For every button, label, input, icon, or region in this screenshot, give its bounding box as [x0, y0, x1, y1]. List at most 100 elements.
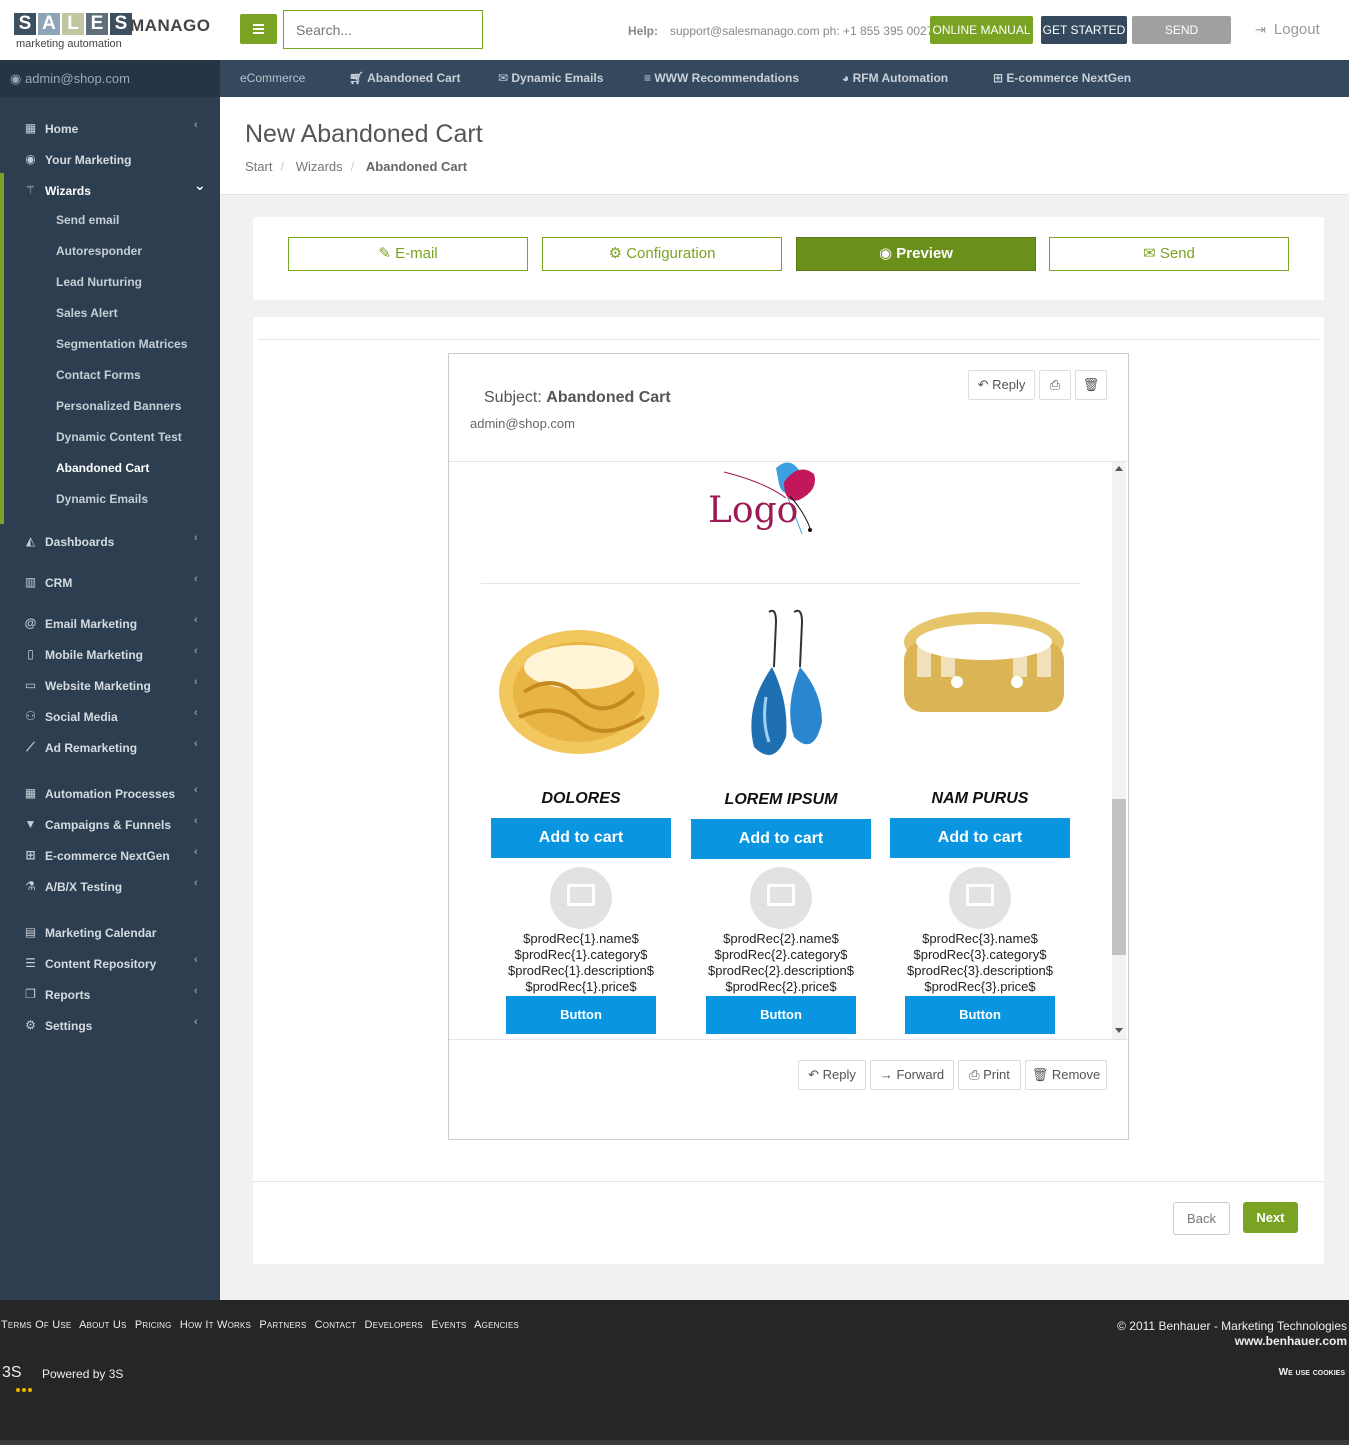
sidebar-item-label: Content Repository: [45, 957, 157, 971]
sidebar-item-mobile-marketing[interactable]: ▯ Mobile Marketing ‹: [0, 644, 220, 668]
cookies-notice[interactable]: We use cookies: [1279, 1367, 1345, 1378]
forward-label: Forward: [896, 1067, 945, 1082]
step-email-button[interactable]: ✎ E-mail: [288, 237, 528, 271]
footer-link[interactable]: Pricing: [135, 1319, 172, 1331]
breadcrumb-start[interactable]: Start: [245, 159, 272, 174]
nav-www-recommendations[interactable]: ≡ WWW Recommendations: [644, 60, 799, 97]
print-button-top[interactable]: ⎙: [1039, 370, 1071, 400]
sidebar-item-a-b-x-testing[interactable]: ⚗ A/B/X Testing ‹: [0, 876, 220, 900]
sidebar-item-dashboards[interactable]: ◭ Dashboards ‹: [0, 531, 220, 555]
wizard-sub-item[interactable]: Personalized Banners: [56, 399, 181, 413]
remove-button[interactable]: 🗑︎ Remove: [1025, 1060, 1107, 1090]
forward-button[interactable]: → Forward: [870, 1060, 954, 1090]
wizard-sub-item[interactable]: Lead Nurturing: [56, 275, 142, 289]
footer-link[interactable]: How It Works: [180, 1319, 251, 1331]
sidebar-item-settings[interactable]: ⚙ Settings ‹: [0, 1015, 220, 1039]
nav-label: WWW Recommendations: [654, 71, 800, 85]
rec-button[interactable]: Button: [506, 996, 656, 1034]
wizard-sub-item[interactable]: Segmentation Matrices: [56, 337, 187, 351]
delete-button-top[interactable]: 🗑︎: [1075, 370, 1107, 400]
sidebar-item-home[interactable]: ▦ Home ‹: [0, 118, 220, 142]
wizard-sub-item[interactable]: Contact Forms: [56, 368, 141, 382]
nav-rfm-automation[interactable]: ◕ RFM Automation: [842, 60, 948, 97]
sidebar-item-automation-processes[interactable]: ▦ Automation Processes ‹: [0, 783, 220, 807]
benhauer-link[interactable]: www.benhauer.com: [1235, 1334, 1347, 1348]
wizard-sub-item[interactable]: Send email: [56, 213, 119, 227]
footer-link[interactable]: Events: [431, 1319, 466, 1331]
pie-chart-icon: ◕: [842, 71, 853, 85]
sidebar-item-ad-remarketing[interactable]: ⟋ Ad Remarketing ‹: [0, 737, 220, 761]
logout-link[interactable]: ⇥ Logout: [1255, 21, 1320, 38]
image-placeholder-icon: [750, 867, 812, 929]
sidebar-item-campaigns-funnels[interactable]: ▼ Campaigns & Funnels ‹: [0, 814, 220, 838]
breadcrumb-wizards[interactable]: Wizards: [296, 159, 343, 174]
add-to-cart-button[interactable]: Add to cart: [491, 818, 671, 858]
footer-link[interactable]: Agencies: [474, 1319, 519, 1331]
copyright: © 2011 Benhauer - Marketing Technologies…: [1117, 1319, 1347, 1349]
nav-label: Dynamic Emails: [511, 71, 604, 85]
email-from: admin@shop.com: [470, 416, 575, 431]
nav-label: RFM Automation: [852, 71, 949, 85]
reply-button-top[interactable]: ↶ Reply: [968, 370, 1035, 400]
sidebar-item-website-marketing[interactable]: ▭ Website Marketing ‹: [0, 675, 220, 699]
wizard-sub-item[interactable]: Dynamic Emails: [56, 492, 148, 506]
add-to-cart-button[interactable]: Add to cart: [890, 818, 1070, 858]
product-rec-tokens: $prodRec{2}.name$ $prodRec{2}.category$ …: [681, 931, 881, 995]
email-body[interactable]: Logo DOLORES LOREM IPSUM NAM PURUS Add t…: [449, 462, 1128, 1039]
scroll-down-icon[interactable]: [1115, 1028, 1123, 1033]
plus-square-icon: ⊞: [993, 71, 1007, 85]
menu-toggle-button[interactable]: [240, 14, 277, 44]
footer-link[interactable]: Terms Of Use: [1, 1319, 71, 1331]
sidebar-item-label: Ad Remarketing: [45, 741, 138, 755]
next-button[interactable]: Next: [1243, 1202, 1298, 1233]
scroll-up-icon[interactable]: [1115, 466, 1123, 471]
footer-link[interactable]: Developers: [365, 1319, 423, 1331]
logo-letter: L: [62, 13, 84, 35]
wizard-sub-item[interactable]: Autoresponder: [56, 244, 142, 258]
back-button[interactable]: Back: [1173, 1202, 1230, 1235]
sidebar-item-e-commerce-nextgen[interactable]: ⊞ E-commerce NextGen ‹: [0, 845, 220, 869]
subject-label: Subject:: [484, 389, 542, 406]
sidebar-item-reports[interactable]: ❐ Reports ‹: [0, 984, 220, 1008]
rec-button[interactable]: Button: [706, 996, 856, 1034]
nav-abandoned-cart[interactable]: 🛒︎ Abandoned Cart: [349, 60, 460, 97]
sidebar-item-wizards[interactable]: ⚚ Wizards ⌄: [0, 177, 220, 204]
salesmanago-logo[interactable]: S A L E S MANAGO marketing automation: [14, 13, 210, 53]
wizard-sub-item[interactable]: Sales Alert: [56, 306, 118, 320]
filter-icon: ▼: [24, 817, 37, 831]
sidebar-item-marketing-calendar[interactable]: ▤ Marketing Calendar: [0, 922, 220, 946]
step-configuration-button[interactable]: ⚙ Configuration: [542, 237, 782, 271]
search-input[interactable]: [283, 10, 483, 49]
product-name: LOREM IPSUM: [724, 791, 838, 808]
online-manual-button[interactable]: ONLINE MANUAL: [930, 16, 1033, 44]
sidebar-item-social-media[interactable]: ⚇ Social Media ‹: [0, 706, 220, 730]
nav-ecommerce[interactable]: eCommerce: [240, 60, 305, 97]
sidebar-item-crm[interactable]: ▥ CRM ‹: [0, 572, 220, 596]
step-send-button[interactable]: ✉ Send: [1049, 237, 1289, 271]
gears-icon: ⚙: [25, 1018, 36, 1032]
scrollbar-thumb[interactable]: [1112, 799, 1126, 955]
get-started-button[interactable]: GET STARTED: [1041, 16, 1127, 44]
step-preview-button[interactable]: ◉ Preview: [796, 237, 1036, 271]
print-button[interactable]: ⎙ Print: [958, 1060, 1021, 1090]
footer-link[interactable]: Partners: [259, 1319, 306, 1331]
sidebar-item-your-marketing[interactable]: ◉ Your Marketing: [0, 149, 220, 173]
gear-icon: ⚙: [608, 245, 627, 262]
nav-dynamic-emails[interactable]: ✉ Dynamic Emails: [498, 60, 603, 97]
add-to-cart-button[interactable]: Add to cart: [691, 819, 871, 859]
sidebar-item-content-repository[interactable]: ☰ Content Repository ‹: [0, 953, 220, 977]
sidebar-user[interactable]: ◉ admin@shop.com: [0, 60, 220, 97]
sidebar-item-label: Reports: [45, 988, 91, 1002]
rec-button[interactable]: Button: [905, 996, 1055, 1034]
help-contact: support@salesmanago.com ph: +1 855 395 0…: [670, 24, 934, 38]
footer-link[interactable]: About Us: [79, 1319, 127, 1331]
footer-links: Terms Of Use About Us Pricing How It Wor…: [1, 1319, 524, 1331]
send-feedback-button[interactable]: SEND FEEDBACK: [1132, 16, 1231, 65]
reply-button[interactable]: ↶ Reply: [798, 1060, 866, 1090]
logo-letter: E: [86, 13, 108, 35]
wizard-sub-item[interactable]: Dynamic Content Test: [56, 430, 182, 444]
footer-link[interactable]: Contact: [315, 1319, 357, 1331]
sidebar-item-email-marketing[interactable]: @ Email Marketing ‹: [0, 613, 220, 637]
nav-ecommerce-nextgen[interactable]: ⊞ E-commerce NextGen: [993, 60, 1131, 97]
wizard-sub-item[interactable]: Abandoned Cart: [56, 461, 149, 475]
